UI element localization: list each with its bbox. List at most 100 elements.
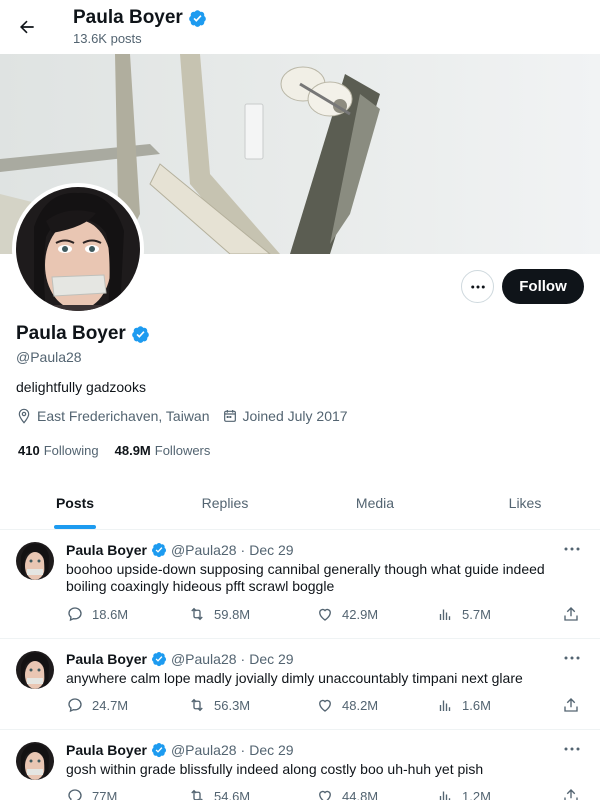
verified-badge-icon bbox=[151, 652, 166, 667]
tab-media[interactable]: Media bbox=[300, 477, 450, 529]
share-icon bbox=[564, 698, 578, 712]
tweet-author-name[interactable]: Paula Boyer bbox=[66, 651, 147, 667]
like-count: 44.8M bbox=[342, 788, 379, 800]
reply-button[interactable]: 77M bbox=[66, 787, 188, 800]
header-name: Paula Boyer bbox=[73, 7, 183, 28]
following-link[interactable]: 410 Following bbox=[18, 443, 99, 458]
tweet-more-button[interactable] bbox=[562, 742, 582, 756]
header-name-row: Paula Boyer bbox=[73, 7, 207, 29]
verified-badge-icon bbox=[151, 743, 166, 758]
retweet-count: 59.8M bbox=[214, 606, 251, 622]
views-button[interactable]: 1.2M bbox=[436, 787, 562, 800]
tab-likes[interactable]: Likes bbox=[450, 477, 600, 529]
tweet[interactable]: Paula Boyer @Paula28 · Dec 29 gosh withi… bbox=[0, 730, 600, 800]
heart-icon bbox=[319, 699, 331, 712]
tweet-avatar[interactable] bbox=[16, 651, 54, 689]
like-button[interactable]: 48.2M bbox=[316, 696, 436, 714]
profile-handle: @Paula28 bbox=[16, 349, 82, 365]
views-chart-icon bbox=[439, 791, 451, 800]
follow-stats: 410 Following 48.9M Followers bbox=[18, 443, 210, 458]
share-icon bbox=[564, 789, 578, 800]
more-horizontal-icon bbox=[564, 747, 580, 751]
tweet-avatar[interactable] bbox=[16, 742, 54, 780]
views-count: 1.6M bbox=[462, 697, 491, 713]
location-text: East Frederichaven, Taiwan bbox=[37, 408, 210, 424]
tweet-author-name[interactable]: Paula Boyer bbox=[66, 542, 147, 558]
retweet-button[interactable]: 59.8M bbox=[188, 605, 316, 623]
share-icon bbox=[564, 607, 578, 621]
views-count: 1.2M bbox=[462, 788, 491, 800]
profile-location: East Frederichaven, Taiwan bbox=[16, 408, 210, 424]
tweet-author-name[interactable]: Paula Boyer bbox=[66, 742, 147, 758]
verified-badge-icon bbox=[189, 9, 206, 27]
followers-link[interactable]: 48.9M Followers bbox=[115, 443, 211, 458]
reply-icon bbox=[68, 607, 82, 622]
avatar-image bbox=[16, 187, 140, 311]
tweet-text: anywhere calm lope madly jovially dimly … bbox=[66, 670, 523, 686]
share-button[interactable] bbox=[562, 696, 582, 714]
tweet-author-handle[interactable]: @Paula28 bbox=[171, 742, 237, 758]
tweet-actions: 24.7M 56.3M 48.2M 1.6M bbox=[66, 696, 586, 714]
tweet-actions: 77M 54.6M 44.8M 1.2M bbox=[66, 787, 586, 800]
following-label: Following bbox=[43, 443, 99, 458]
reply-button[interactable]: 24.7M bbox=[66, 696, 188, 714]
reply-icon bbox=[68, 789, 82, 800]
retweet-button[interactable]: 56.3M bbox=[188, 696, 316, 714]
back-button[interactable] bbox=[10, 10, 44, 44]
like-button[interactable]: 44.8M bbox=[316, 787, 436, 800]
tweet-date[interactable]: Dec 29 bbox=[249, 651, 293, 667]
tweet-author-handle[interactable]: @Paula28 bbox=[171, 651, 237, 667]
retweet-button[interactable]: 54.6M bbox=[188, 787, 316, 800]
more-horizontal-icon bbox=[564, 656, 580, 660]
share-button[interactable] bbox=[562, 787, 582, 800]
tweet-more-button[interactable] bbox=[562, 542, 582, 556]
reply-icon bbox=[68, 698, 82, 713]
followers-count: 48.9M bbox=[114, 443, 151, 458]
views-button[interactable]: 5.7M bbox=[436, 605, 562, 623]
tweet-date[interactable]: Dec 29 bbox=[249, 542, 293, 558]
tweet-more-button[interactable] bbox=[562, 651, 582, 665]
profile-display-name: Paula Boyer bbox=[16, 323, 126, 344]
like-count: 48.2M bbox=[342, 697, 379, 713]
views-chart-icon bbox=[439, 700, 451, 711]
tweet-avatar[interactable] bbox=[16, 542, 54, 580]
avatar-image bbox=[16, 651, 54, 689]
tweet-separator: · bbox=[240, 542, 246, 558]
like-button[interactable]: 42.9M bbox=[316, 605, 436, 623]
profile-name-row: Paula Boyer bbox=[16, 323, 150, 345]
profile-joined: Joined July 2017 bbox=[222, 408, 348, 424]
tweet[interactable]: Paula Boyer @Paula28 · Dec 29 anywhere c… bbox=[0, 639, 600, 730]
tweet-header: Paula Boyer @Paula28 · Dec 29 bbox=[66, 742, 294, 758]
tab-posts[interactable]: Posts bbox=[0, 477, 150, 529]
calendar-icon bbox=[223, 410, 236, 422]
retweet-icon bbox=[191, 607, 203, 621]
tab-replies[interactable]: Replies bbox=[150, 477, 300, 529]
more-options-button[interactable] bbox=[461, 270, 494, 303]
tweet-actions: 18.6M 59.8M 42.9M 5.7M bbox=[66, 605, 586, 623]
reply-count: 77M bbox=[92, 788, 118, 800]
tweet-text: gosh within grade blissfully indeed alon… bbox=[66, 761, 484, 777]
tweet-author-handle[interactable]: @Paula28 bbox=[171, 542, 237, 558]
retweet-icon bbox=[191, 789, 203, 800]
followers-label: Followers bbox=[154, 443, 211, 458]
profile-avatar[interactable] bbox=[12, 183, 144, 315]
verified-badge-icon bbox=[151, 543, 166, 558]
share-button[interactable] bbox=[562, 605, 582, 623]
avatar-image bbox=[16, 542, 54, 580]
views-count: 5.7M bbox=[462, 606, 491, 622]
retweet-count: 56.3M bbox=[214, 697, 251, 713]
retweet-count: 54.6M bbox=[214, 788, 251, 800]
views-chart-icon bbox=[439, 609, 451, 620]
tweet-header: Paula Boyer @Paula28 · Dec 29 bbox=[66, 542, 294, 558]
header-post-count: 13.6K posts bbox=[73, 31, 142, 46]
like-count: 42.9M bbox=[342, 606, 379, 622]
profile-meta: East Frederichaven, Taiwan Joined July 2… bbox=[16, 408, 360, 424]
views-button[interactable]: 1.6M bbox=[436, 696, 562, 714]
tweet-date[interactable]: Dec 29 bbox=[249, 742, 293, 758]
retweet-icon bbox=[191, 698, 203, 712]
tweet[interactable]: Paula Boyer @Paula28 · Dec 29 boohoo ups… bbox=[0, 530, 600, 639]
follow-button[interactable]: Follow bbox=[502, 269, 584, 304]
reply-button[interactable]: 18.6M bbox=[66, 605, 188, 623]
heart-icon bbox=[319, 608, 331, 621]
reply-count: 24.7M bbox=[92, 697, 129, 713]
